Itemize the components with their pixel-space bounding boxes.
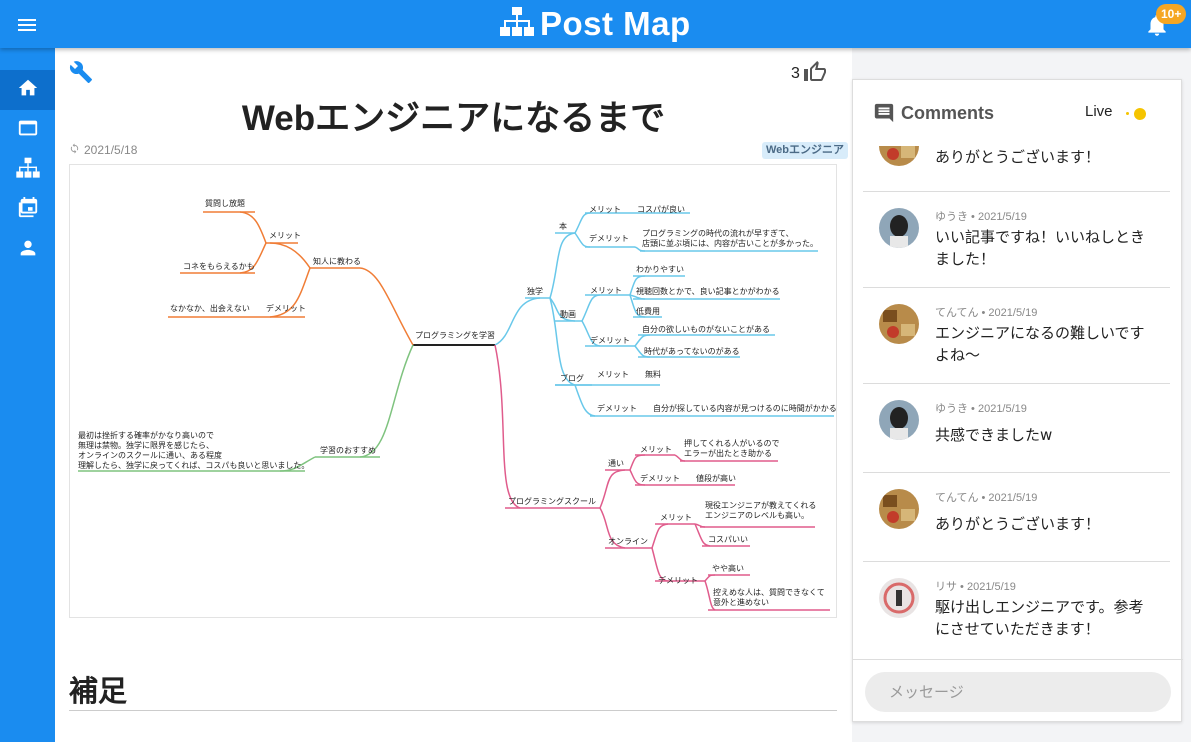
home-icon: [17, 77, 39, 103]
avatar: [879, 578, 919, 618]
menu-icon[interactable]: [14, 18, 40, 38]
comment-meta: ゆうき • 2021/5/19: [935, 403, 1027, 415]
mind-map-node[interactable]: メリット 無料: [597, 370, 661, 380]
mind-map-node[interactable]: 動画: [560, 310, 576, 320]
sidebar: [0, 48, 55, 742]
comments-panel: Comments Live ありがとうございます！ ゆうき • 2021/5/1…: [852, 79, 1183, 722]
mind-map-node[interactable]: やや高い: [712, 564, 744, 574]
post-title: Webエンジニアになるまで: [241, 99, 666, 138]
mind-map-node[interactable]: メリット: [660, 513, 692, 523]
comment-text: いい記事ですね！いいねしときました！: [935, 228, 1146, 268]
mind-map-node[interactable]: メリット: [269, 231, 301, 241]
comments-title: Comments: [901, 103, 995, 123]
mind-map-node[interactable]: 学習のおすすめ: [320, 446, 376, 456]
avatar: [879, 400, 919, 440]
comment-meta: ゆうき • 2021/5/19: [935, 211, 1027, 223]
mind-map-node[interactable]: コネをもらえるかも: [183, 262, 255, 272]
mind-map-node[interactable]: 本: [559, 222, 567, 232]
like-count: 3: [791, 65, 800, 82]
post-tag[interactable]: Webエンジニア: [762, 142, 849, 159]
mind-map-node[interactable]: 時代があってないのがある: [644, 347, 740, 357]
wrench-icon[interactable]: [69, 60, 93, 84]
comment-text: 駆け出しエンジニアです。参考にさせていただきます！: [935, 598, 1144, 638]
mind-map[interactable]: プログラミングを学習 知人に教わる メリット 質問し放題 コネをもらえるかも な…: [69, 164, 837, 618]
mind-map-node[interactable]: 控えめな人は、質問できなくて 意外と進めない: [713, 588, 825, 608]
person-icon: [17, 237, 39, 263]
sidebar-item-profile[interactable]: [0, 230, 55, 270]
refresh-icon: [69, 143, 80, 157]
avatar: [879, 208, 919, 248]
avatar: [879, 489, 919, 529]
section-heading: 補足: [69, 676, 128, 708]
comment-item: ゆうき • 2021/5/19 いい記事ですね！いいねしときました！: [863, 192, 1170, 288]
comments-header: Comments Live: [853, 80, 1183, 146]
mind-map-node[interactable]: なかなか、出会えない デメリット: [170, 304, 306, 314]
mind-map-node[interactable]: 独学: [527, 287, 543, 297]
mind-map-node[interactable]: ブログ: [560, 374, 584, 384]
comment-text: ありがとうございます！: [935, 148, 1101, 166]
comment-item: リサ • 2021/5/19 駆け出しエンジニアです。参考にさせていただきます！: [863, 562, 1170, 659]
comment-icon: [873, 102, 895, 128]
mind-map-node[interactable]: わかりやすい: [636, 265, 684, 275]
mind-map-node[interactable]: デメリット 値段が高い: [640, 474, 736, 484]
comment-text: エンジニアになるの難しいですよね〜: [935, 324, 1145, 364]
mind-map-node[interactable]: 質問し放題: [205, 199, 245, 209]
mind-map-node[interactable]: プログラミングを学習: [415, 331, 495, 341]
comment-list[interactable]: ありがとうございます！ ゆうき • 2021/5/19 いい記事ですね！いいねし…: [853, 146, 1183, 660]
mind-map-node[interactable]: プログラミングの時代の流れが早すぎて、 店頭に並ぶ頃には、内容が古いことが多かっ…: [642, 229, 818, 249]
post-content: 3 Webエンジニアになるまで 2021/5/18 Webエンジニア プログラミ…: [55, 48, 852, 742]
avatar: [879, 146, 919, 166]
comment-item: てんてん • 2021/5/19 ありがとうございます！: [863, 473, 1170, 562]
comment-meta: てんてん • 2021/5/19: [935, 307, 1038, 319]
mind-map-node[interactable]: コスパいい: [708, 535, 748, 545]
comment-text: ありがとうございます！: [935, 515, 1101, 533]
post-updated-date: 2021/5/18: [69, 143, 137, 157]
avatar: [879, 304, 919, 344]
thumbs-up-icon: [803, 60, 827, 88]
mind-map-node[interactable]: デメリット: [658, 576, 698, 586]
notification-badge: 10+: [1156, 4, 1187, 24]
comment-meta: てんてん • 2021/5/19: [935, 492, 1038, 504]
sidebar-item-window[interactable]: [0, 110, 55, 150]
calendar-icon: [17, 197, 39, 223]
mind-map-node[interactable]: プログラミングスクール: [508, 497, 596, 507]
window-icon: [17, 117, 39, 143]
mind-map-node[interactable]: 知人に教わる: [313, 257, 361, 267]
message-input[interactable]: [865, 672, 1171, 712]
mind-map-node[interactable]: 押してくれる人がいるので エラーが出たとき助かる: [684, 439, 780, 459]
sidebar-item-home[interactable]: [0, 70, 55, 110]
live-indicator: [1134, 108, 1146, 120]
app-title: Post Map: [540, 5, 691, 42]
comment-item: ゆうき • 2021/5/19 共感できましたw: [863, 384, 1170, 473]
mind-map-node[interactable]: メリット: [590, 286, 622, 296]
mind-map-node[interactable]: 通い: [608, 459, 624, 469]
mind-map-node[interactable]: デメリット: [589, 234, 629, 244]
sitemap-icon: [15, 157, 40, 183]
comment-item: ありがとうございます！: [863, 146, 1170, 192]
mind-map-node[interactable]: 自分の欲しいものがないことがある: [642, 325, 770, 335]
live-dot-small: [1126, 112, 1129, 115]
post-date-text: 2021/5/18: [84, 143, 138, 157]
live-label: Live: [1085, 103, 1113, 120]
mind-map-node[interactable]: メリット: [640, 445, 672, 455]
comment-text: 共感できましたw: [935, 426, 1053, 444]
sidebar-item-sitemap[interactable]: [0, 150, 55, 190]
mind-map-node[interactable]: オンライン: [608, 537, 648, 547]
mind-map-node[interactable]: 現役エンジニアが教えてくれる エンジニアのレベルも高い。: [705, 501, 816, 521]
comment-item: てんてん • 2021/5/19 エンジニアになるの難しいですよね〜: [863, 288, 1170, 384]
mind-map-node[interactable]: デメリット 自分が探している内容が見つけるのに時間がかかる: [597, 404, 837, 414]
sidebar-item-calendar[interactable]: [0, 190, 55, 230]
app-brand[interactable]: Post Map: [500, 5, 691, 42]
mind-map-node[interactable]: 視聴回数とかで、良い記事とかがわかる: [636, 287, 780, 297]
mind-map-node[interactable]: デメリット: [590, 336, 630, 346]
like-button[interactable]: 3: [791, 60, 827, 88]
section-divider: [69, 710, 837, 711]
top-app-bar: Post Map 10+: [0, 0, 1191, 48]
comment-meta: リサ • 2021/5/19: [935, 581, 1016, 593]
mind-map-node[interactable]: 最初は挫折する確率がかなり高いので 無理は禁物。独学に限界を感じたら、 オンライ…: [78, 431, 309, 471]
mind-map-node[interactable]: メリット コスパが良い: [589, 205, 685, 215]
mind-map-node[interactable]: 低費用: [636, 307, 660, 317]
sitemap-logo-icon: [500, 6, 534, 42]
